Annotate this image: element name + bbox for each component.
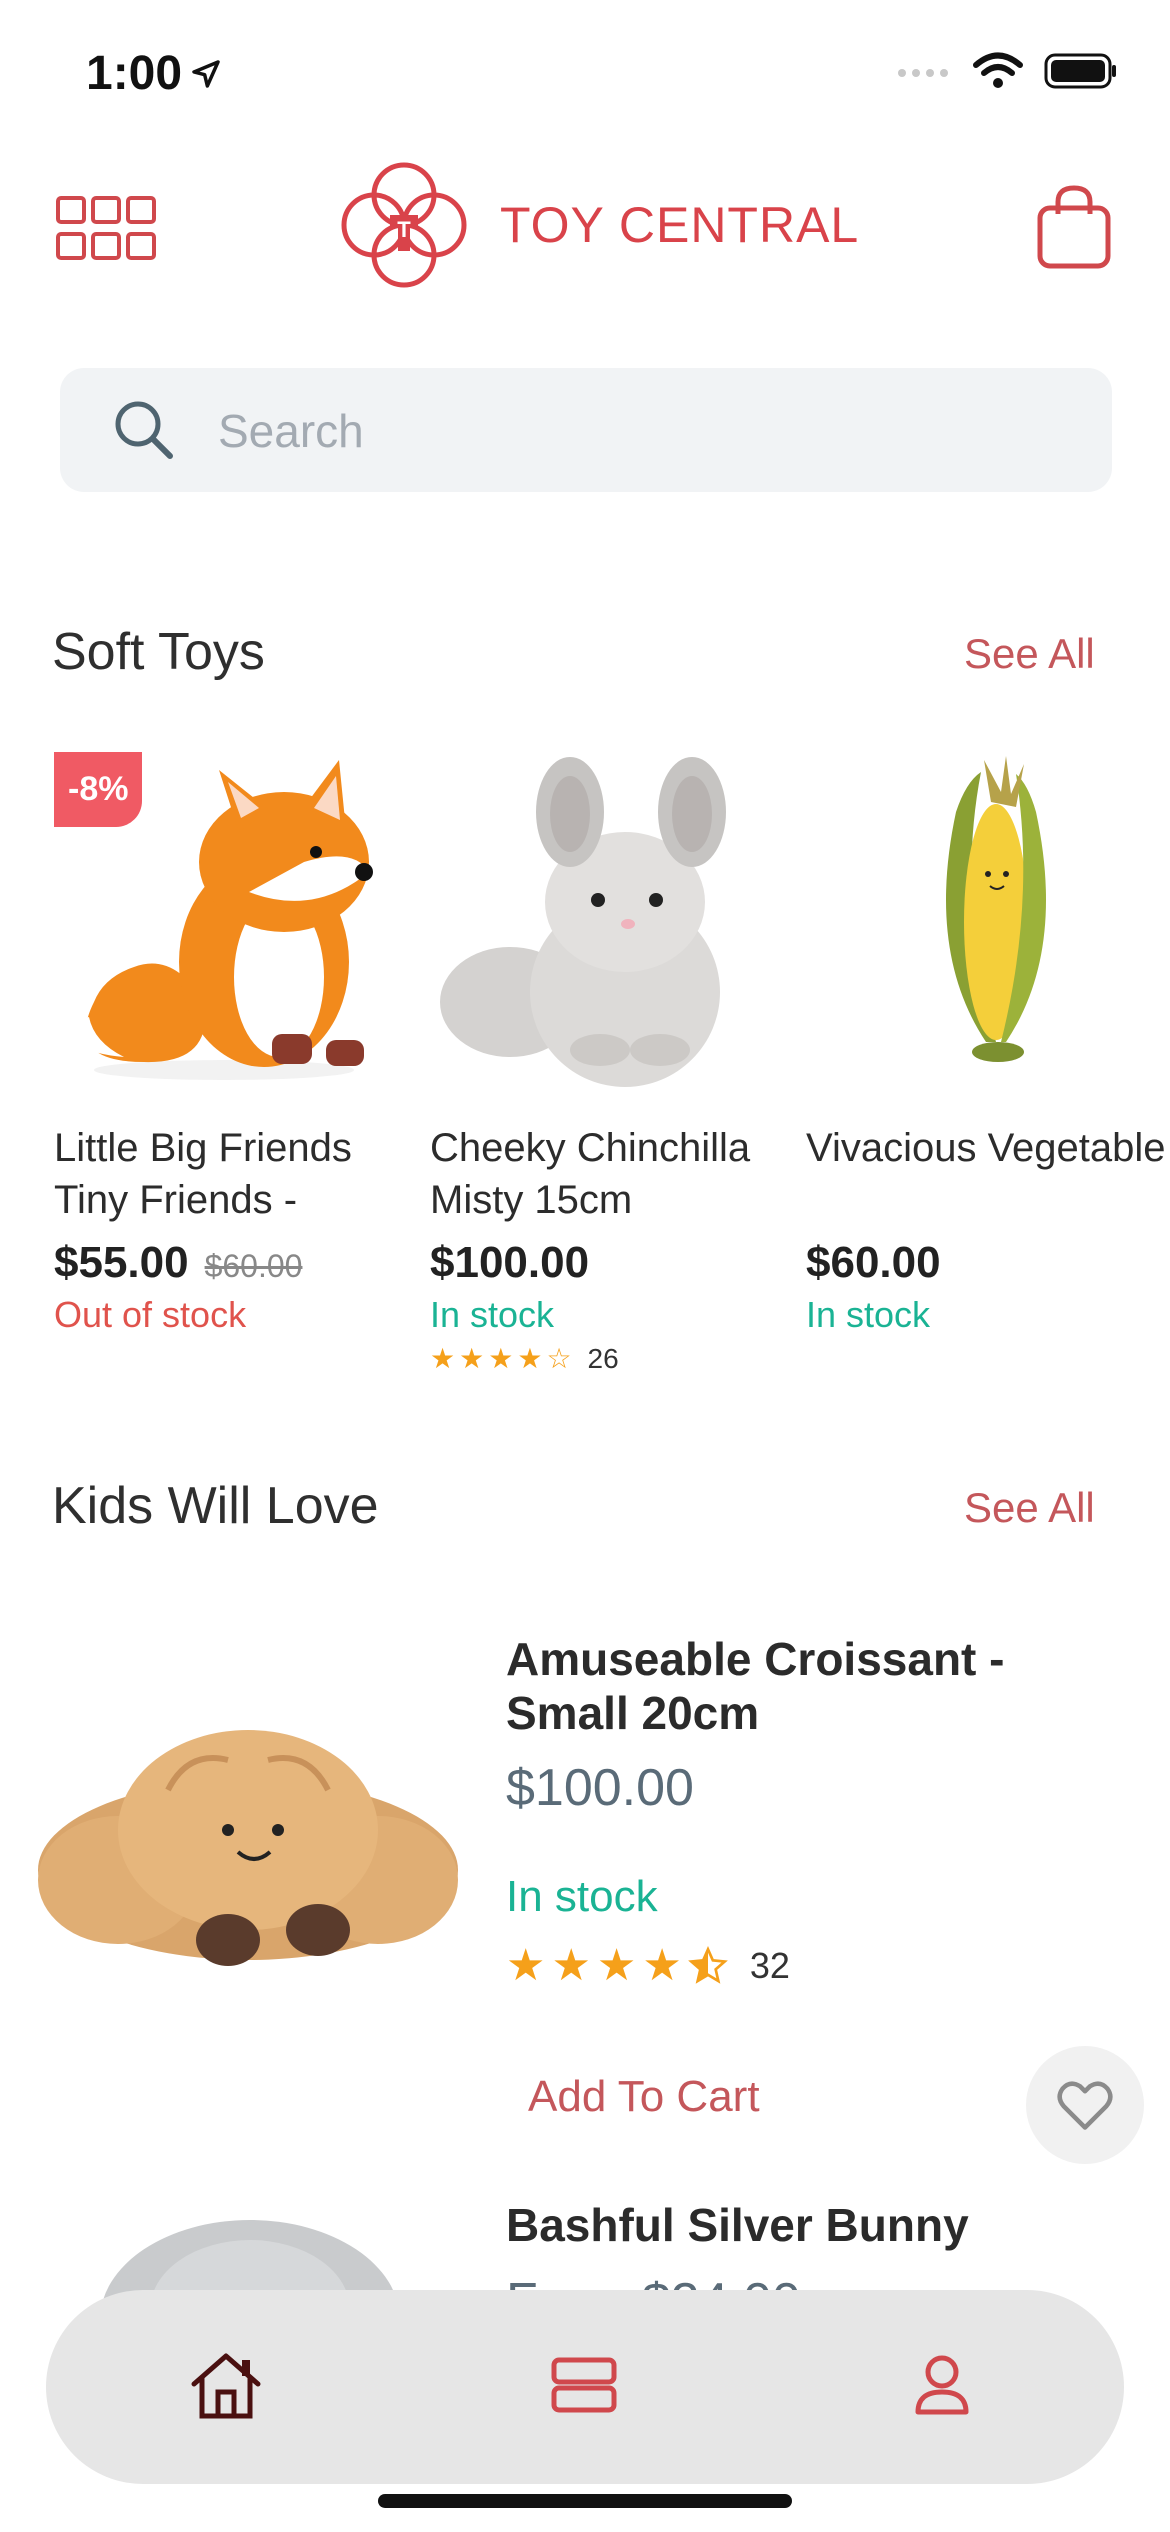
product-image-croissant[interactable]: [28, 1640, 468, 1980]
stock-status: In stock: [506, 1872, 658, 1921]
see-all-soft-toys-link[interactable]: See All: [964, 630, 1095, 678]
product-price: $55.00: [54, 1238, 189, 1287]
product-name: Cheeky Chinchilla Misty 15cm: [430, 1126, 751, 1222]
see-all-kids-love-link[interactable]: See All: [964, 1484, 1095, 1532]
tab-home[interactable]: [176, 2335, 276, 2435]
product-price: $100.00: [506, 1759, 694, 1817]
product-price-row: $55.00 $60.00: [54, 1238, 414, 1288]
product-name: Vivacious Vegetable: [806, 1126, 1166, 1170]
star-full-icon: ★: [430, 1343, 456, 1374]
location-arrow-icon: [192, 59, 220, 88]
product-card-fox[interactable]: -8% Little Big Friends Tiny Friends - $5…: [54, 752, 414, 1336]
product-image-fox: -8%: [54, 752, 394, 1092]
tab-profile[interactable]: [892, 2335, 992, 2435]
star-empty-icon: ☆: [546, 1343, 572, 1374]
brand-name: TOY CENTRAL: [500, 197, 860, 253]
search-icon: [115, 401, 173, 459]
grid-menu-button[interactable]: [56, 196, 156, 260]
shopping-bag-icon: [1037, 185, 1111, 269]
review-count: 26: [587, 1342, 619, 1374]
search-input[interactable]: [216, 368, 1080, 494]
add-to-cart-button[interactable]: Add To Cart: [528, 2072, 760, 2122]
star-half-icon: [687, 1945, 728, 1984]
home-indicator: [378, 2494, 792, 2508]
grid-menu-icon: [56, 196, 156, 260]
search-bar[interactable]: [60, 368, 1112, 494]
stock-status: Out of stock: [54, 1294, 247, 1335]
product-name[interactable]: Amuseable Croissant - Small 20cm: [506, 1632, 1106, 1740]
svg-text:T: T: [397, 217, 411, 242]
section-title-kids-love: Kids Will Love: [52, 1477, 379, 1535]
section-title-soft-toys: Soft Toys: [52, 623, 265, 681]
brand-logo[interactable]: T TOY CENTRAL: [334, 155, 859, 295]
product-image-chinchilla: [430, 752, 770, 1092]
heart-icon: [1057, 2081, 1113, 2130]
product-price: $60.00: [806, 1238, 941, 1287]
signal-icon: [898, 69, 948, 77]
tab-categories[interactable]: [534, 2335, 634, 2435]
star-full-icon: ★: [517, 1343, 543, 1374]
star-full-icon: ★: [642, 1941, 682, 1990]
status-time: 1:00: [86, 46, 222, 101]
review-count: 32: [749, 1944, 790, 1986]
status-time-label: 1:00: [86, 47, 183, 100]
status-icons: [896, 52, 1118, 90]
battery-icon: [1044, 53, 1116, 89]
star-full-icon: ★: [506, 1941, 546, 1990]
toy-central-logo: T: [341, 162, 467, 288]
star-full-icon: ★: [551, 1941, 591, 1990]
product-card-chinchilla[interactable]: Cheeky Chinchilla Misty 15cm $100.00 In …: [430, 752, 790, 1375]
stock-status: In stock: [806, 1294, 931, 1335]
product-image-corn: [806, 752, 1146, 1092]
stock-status: In stock: [430, 1294, 555, 1335]
product-rating: ★ ★ ★ ★ ☆ 26: [430, 1342, 790, 1375]
product-rating: ★ ★ ★ ★ 32: [506, 1940, 790, 1991]
cart-button[interactable]: [1036, 184, 1112, 270]
product-old-price: $60.00: [204, 1248, 303, 1284]
bottom-tab-bar: [46, 2290, 1124, 2484]
wishlist-button[interactable]: [1026, 2046, 1144, 2164]
product-card-corn[interactable]: Vivacious Vegetable $60.00 In stock: [806, 752, 1166, 1336]
product-name: Little Big Friends Tiny Friends -: [54, 1126, 352, 1222]
star-full-icon: ★: [488, 1343, 514, 1374]
product-name[interactable]: Bashful Silver Bunny: [506, 2198, 969, 2252]
star-full-icon: ★: [596, 1941, 637, 1990]
home-icon: [191, 2353, 261, 2419]
wifi-icon: [973, 52, 1023, 88]
categories-icon: [551, 2357, 617, 2413]
profile-icon: [915, 2355, 969, 2415]
star-full-icon: ★: [459, 1343, 485, 1374]
product-price: $100.00: [430, 1238, 590, 1287]
discount-badge: -8%: [54, 752, 143, 827]
